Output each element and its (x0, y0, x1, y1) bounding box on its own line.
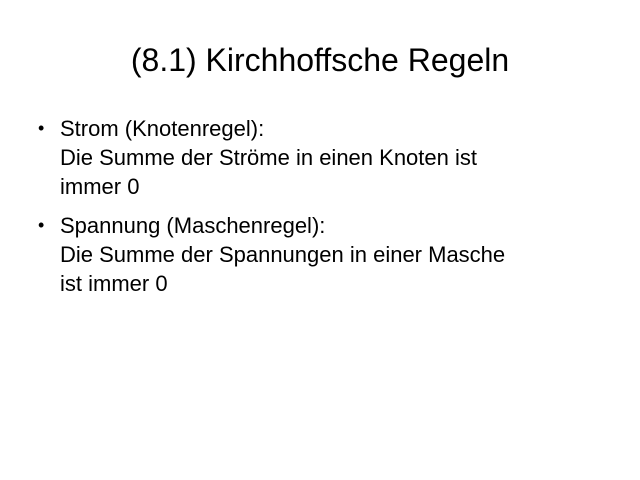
bullet-heading: Spannung (Maschenregel): (60, 213, 326, 238)
bullet-marker: • (38, 215, 45, 235)
bullet-text-line: Die Summe der Spannungen in einer Masche (60, 242, 506, 267)
bullet-heading: Strom (Knotenregel): (60, 116, 265, 141)
slide-title: (8.1) Kirchhoffsche Regeln (130, 42, 510, 78)
bullet-marker: • (38, 118, 45, 138)
bullet-list: • Strom (Knotenregel): Die Summe der Str… (36, 114, 616, 308)
bullet-text-line: Die Summe der Ströme in einen Knoten ist (60, 145, 477, 170)
bullet-item-strom: • Strom (Knotenregel): Die Summe der Str… (36, 114, 616, 201)
bullet-item-spannung: • Spannung (Maschenregel): Die Summe der… (36, 211, 616, 298)
bullet-text-line: immer 0 (60, 174, 140, 199)
slide: (8.1) Kirchhoffsche Regeln • Strom (Knot… (0, 0, 640, 480)
bullet-text-line: ist immer 0 (60, 271, 168, 296)
